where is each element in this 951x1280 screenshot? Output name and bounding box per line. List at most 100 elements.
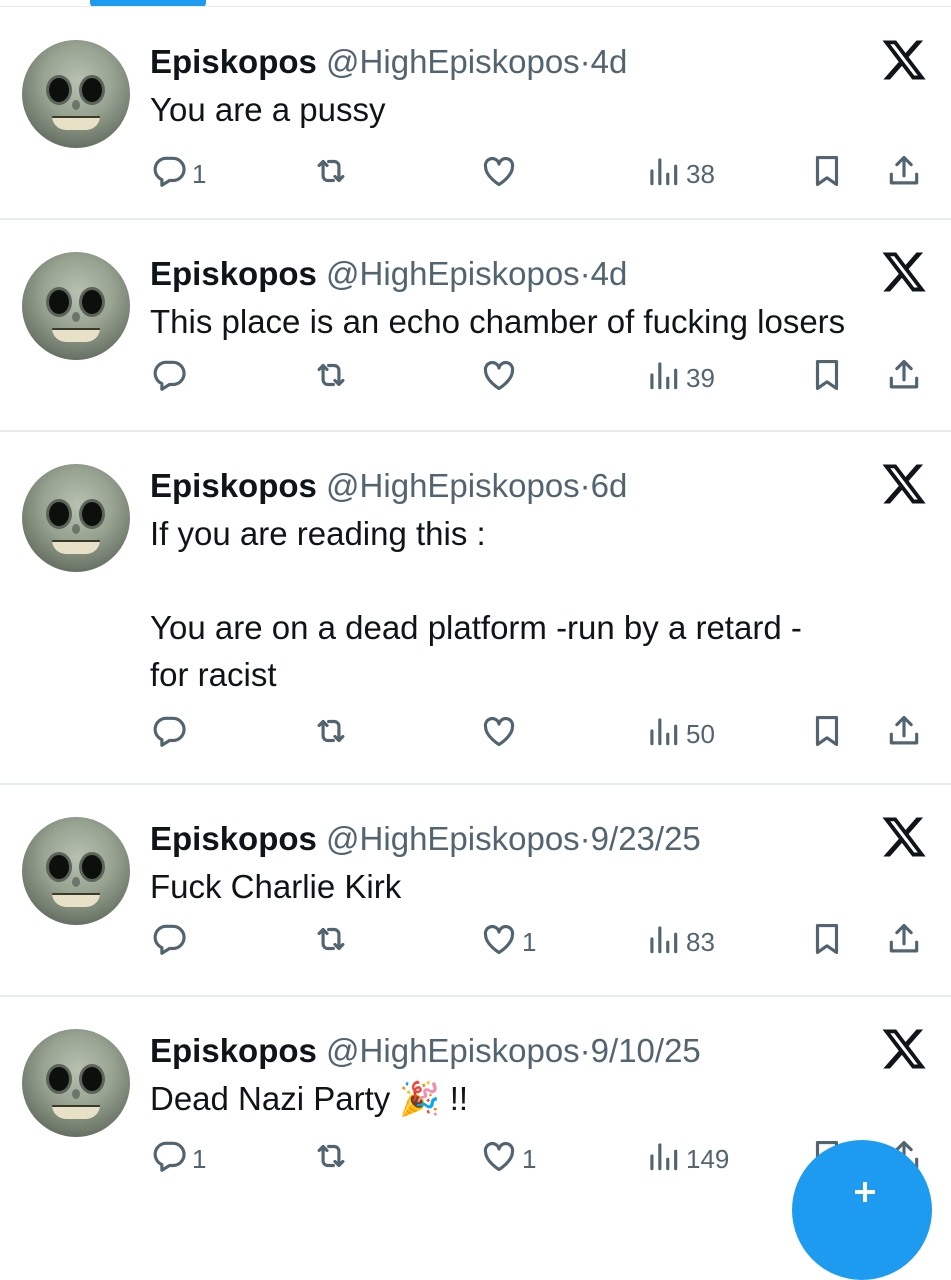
avatar[interactable] — [22, 252, 130, 360]
avatar[interactable] — [22, 1029, 130, 1137]
share-button[interactable] — [885, 920, 923, 964]
views-button[interactable]: 50 — [644, 712, 715, 756]
retweet-button[interactable] — [312, 712, 354, 756]
views-icon — [644, 356, 682, 401]
retweet-button[interactable] — [312, 152, 354, 196]
user-handle[interactable]: @HighEpiskopos — [326, 255, 580, 292]
views-icon — [644, 1137, 682, 1182]
reply-button[interactable]: 1 — [150, 1137, 206, 1181]
tweet[interactable]: Episkopos @HighEpiskopos·6d If you are r… — [0, 432, 951, 785]
x-icon[interactable] — [880, 36, 928, 84]
views-icon — [644, 152, 682, 197]
user-handle[interactable]: @HighEpiskopos — [326, 820, 580, 857]
timestamp[interactable]: 9/10/25 — [591, 1032, 701, 1069]
timestamp[interactable]: 4d — [591, 43, 628, 80]
user-handle[interactable]: @HighEpiskopos — [326, 43, 580, 80]
timestamp[interactable]: 9/23/25 — [591, 820, 701, 857]
retweet-button[interactable] — [312, 356, 354, 400]
reply-button[interactable] — [150, 356, 192, 400]
like-button[interactable] — [480, 152, 522, 196]
tweet[interactable]: Episkopos @HighEpiskopos·4d You are a pu… — [0, 8, 951, 220]
avatar-eye — [82, 855, 102, 879]
reply-icon — [150, 920, 188, 965]
views-icon — [644, 712, 682, 757]
like-button[interactable] — [480, 356, 522, 400]
avatar-mouth — [52, 1105, 100, 1119]
x-icon[interactable] — [880, 813, 928, 861]
display-name[interactable]: Episkopos — [150, 820, 317, 857]
share-icon — [885, 920, 923, 965]
timestamp[interactable]: 6d — [591, 467, 628, 504]
separator-dot: · — [579, 1032, 591, 1069]
views-count: 149 — [686, 1143, 730, 1174]
views-button[interactable]: 38 — [644, 152, 715, 196]
bookmark-icon — [808, 356, 846, 401]
views-button[interactable]: 83 — [644, 920, 715, 964]
bookmark-button[interactable] — [808, 920, 846, 964]
reply-button[interactable]: 1 — [150, 152, 206, 196]
x-icon[interactable] — [880, 248, 928, 296]
like-button[interactable] — [480, 712, 522, 756]
user-handle[interactable]: @HighEpiskopos — [326, 467, 580, 504]
tweet-header: Episkopos @HighEpiskopos·6d — [150, 462, 627, 510]
reply-count: 1 — [192, 158, 207, 189]
avatar[interactable] — [22, 817, 130, 925]
display-name[interactable]: Episkopos — [150, 43, 317, 80]
tweet-header: Episkopos @HighEpiskopos·4d — [150, 250, 627, 298]
views-count: 83 — [686, 926, 715, 957]
compose-button[interactable] — [792, 1140, 932, 1280]
avatar-eye — [82, 290, 102, 314]
views-count: 39 — [686, 362, 715, 393]
tweet[interactable]: Episkopos @HighEpiskopos·9/23/25 Fuck Ch… — [0, 785, 951, 997]
like-button[interactable]: 1 — [480, 1137, 536, 1181]
share-icon — [885, 152, 923, 197]
share-button[interactable] — [885, 152, 923, 196]
avatar-eye — [49, 855, 69, 879]
share-button[interactable] — [885, 712, 923, 756]
retweet-icon — [312, 356, 350, 401]
user-handle[interactable]: @HighEpiskopos — [326, 1032, 580, 1069]
x-icon[interactable] — [880, 460, 928, 508]
display-name[interactable]: Episkopos — [150, 1032, 317, 1069]
bookmark-icon — [808, 712, 846, 757]
x-icon[interactable] — [880, 1025, 928, 1073]
reply-button[interactable] — [150, 712, 192, 756]
avatar-nose — [72, 524, 80, 534]
avatar-eye — [49, 78, 69, 102]
bookmark-button[interactable] — [808, 152, 846, 196]
avatar-mouth — [52, 893, 100, 907]
avatar[interactable] — [22, 40, 130, 148]
separator-dot: · — [579, 820, 591, 857]
views-icon — [644, 920, 682, 965]
avatar-eye — [49, 502, 69, 526]
heart-icon — [480, 920, 518, 965]
bookmark-button[interactable] — [808, 712, 846, 756]
like-button[interactable]: 1 — [480, 920, 536, 964]
views-button[interactable]: 39 — [644, 356, 715, 400]
avatar[interactable] — [22, 464, 130, 572]
tweet-header: Episkopos @HighEpiskopos·9/10/25 — [150, 1027, 701, 1075]
retweet-icon — [312, 920, 350, 965]
reply-button[interactable] — [150, 920, 192, 964]
heart-icon — [480, 712, 518, 757]
tweet-text: Fuck Charlie Kirk — [150, 868, 402, 905]
tweet-text: This place is an echo chamber of fucking… — [150, 303, 846, 340]
timestamp[interactable]: 4d — [591, 255, 628, 292]
like-count: 1 — [522, 926, 537, 957]
compose-plus-icon-stroke — [863, 1182, 867, 1202]
display-name[interactable]: Episkopos — [150, 467, 317, 504]
avatar-nose — [72, 100, 80, 110]
bookmark-button[interactable] — [808, 356, 846, 400]
share-button[interactable] — [885, 356, 923, 400]
tweet-actions: 50 — [0, 712, 951, 756]
display-name[interactable]: Episkopos — [150, 255, 317, 292]
tweet-header: Episkopos @HighEpiskopos·4d — [150, 38, 627, 86]
retweet-button[interactable] — [312, 1137, 354, 1181]
separator-dot: · — [579, 255, 591, 292]
tweet-text: Dead Nazi Party 🎉 !! — [150, 1080, 469, 1117]
tweet[interactable]: Episkopos @HighEpiskopos·4d This place i… — [0, 220, 951, 432]
retweet-button[interactable] — [312, 920, 354, 964]
views-count: 38 — [686, 158, 715, 189]
views-button[interactable]: 149 — [644, 1137, 729, 1181]
tweet-text: You are a pussy — [150, 91, 386, 128]
